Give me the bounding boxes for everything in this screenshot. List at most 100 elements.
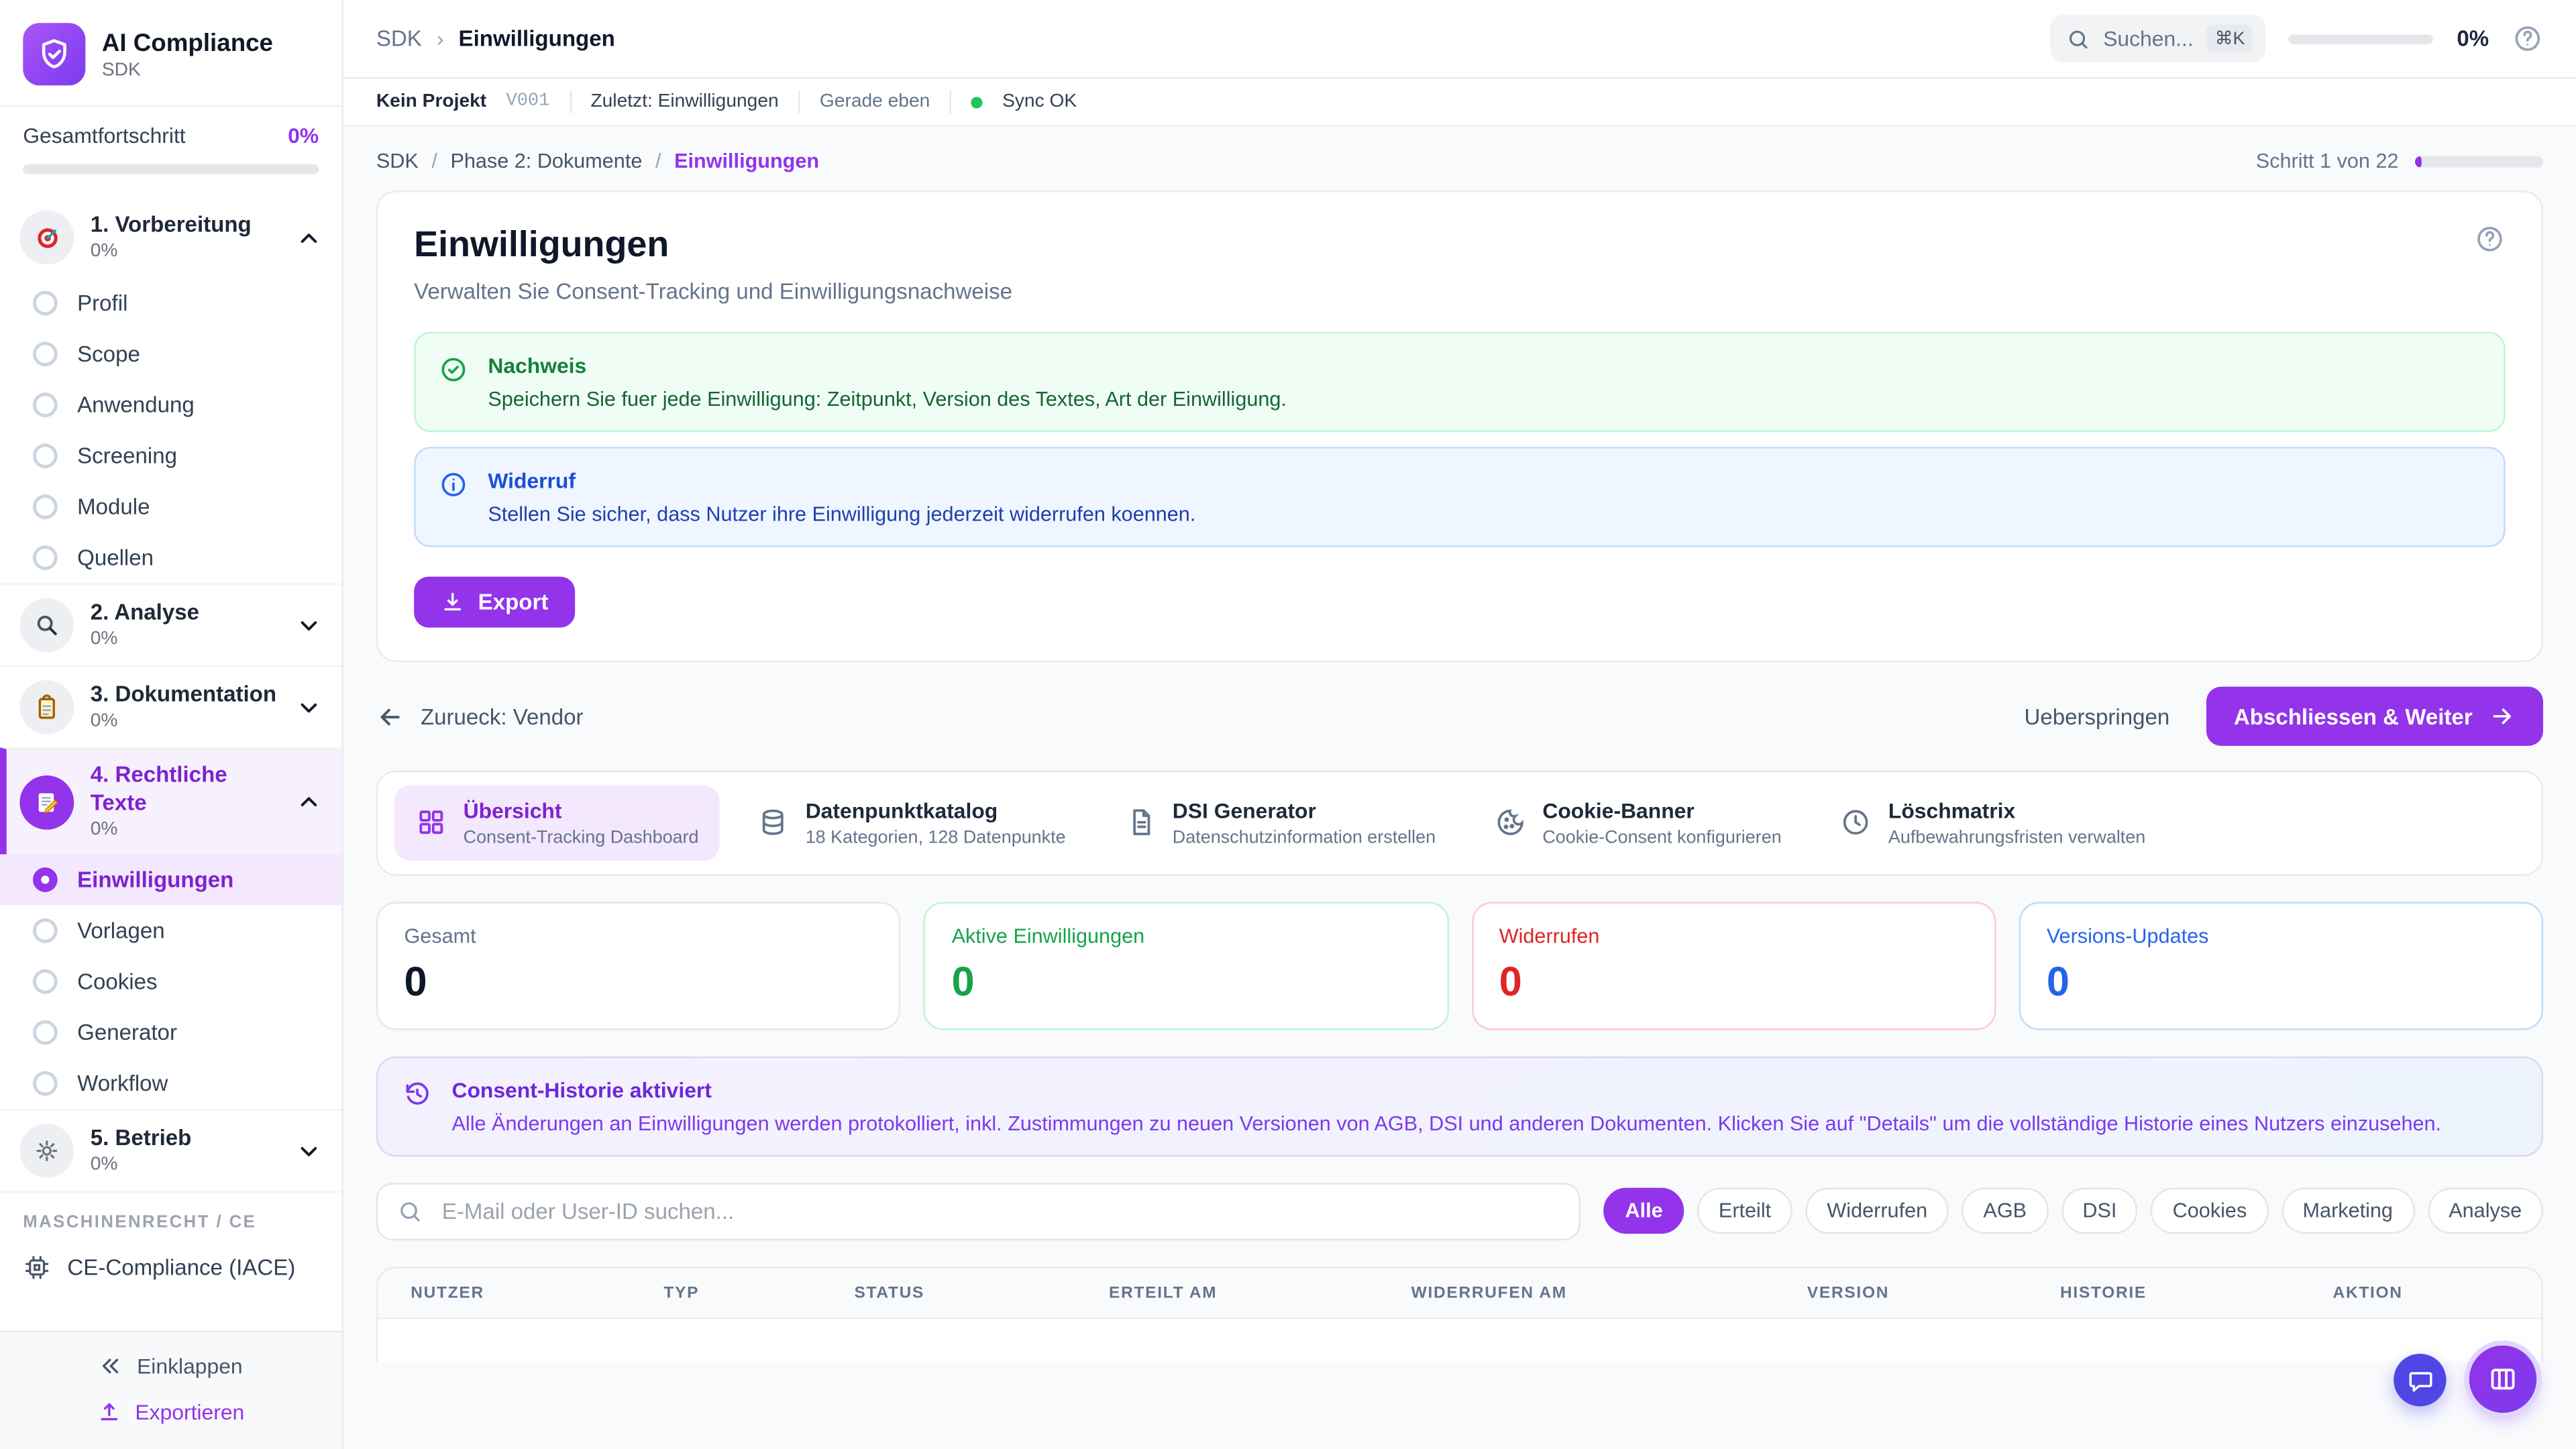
table-body (378, 1319, 2541, 1362)
step-label: Schritt 1 von 22 (2256, 150, 2399, 172)
table-header-row: NUTZER TYP STATUS ERTEILT AM WIDERRUFEN … (378, 1268, 2541, 1319)
col-historie: HISTORIE (2060, 1284, 2333, 1302)
sidebar-item-generator[interactable]: Generator (0, 1008, 341, 1059)
chevron-down-icon (296, 694, 322, 720)
sidebar-item-cookies[interactable]: Cookies (0, 957, 341, 1008)
chip-alle[interactable]: Alle (1604, 1188, 1684, 1234)
chip-erteilt[interactable]: Erteilt (1697, 1188, 1792, 1234)
overall-progress: Gesamtfortschritt 0% (0, 105, 341, 197)
sidebar-item-quellen[interactable]: Quellen (0, 532, 341, 583)
collapse-sidebar-button[interactable]: Einklappen (99, 1354, 243, 1379)
callout-nachweis: Nachweis Speichern Sie fuer jede Einwill… (414, 332, 2506, 432)
tab-datenpunktkatalog[interactable]: Datenpunktkatalog 18 Kategorien, 128 Dat… (737, 786, 1087, 861)
upload-icon (97, 1400, 122, 1425)
download-icon (440, 590, 465, 614)
user-search-box (376, 1182, 1581, 1240)
statusbar: Kein Projekt V001 Zuletzt: Einwilligunge… (343, 79, 2576, 127)
sidebar-section-rechtliche-texte[interactable]: 4. Rechtliche Texte 0% (0, 747, 341, 854)
search-placeholder: Suchen... (2103, 26, 2194, 51)
section-percent: 0% (91, 1153, 192, 1177)
stat-aktive: Aktive Einwilligungen 0 (924, 901, 1448, 1029)
sidebar-item-label: CE-Compliance (IACE) (67, 1255, 295, 1280)
chip-marketing[interactable]: Marketing (2282, 1188, 2414, 1234)
page-content: SDK / Phase 2: Dokumente / Einwilligunge… (343, 127, 2576, 1449)
col-aktion: AKTION (2333, 1284, 2542, 1302)
callout-widerruf: Widerruf Stellen Sie sicher, dass Nutzer… (414, 447, 2506, 547)
breadcrumb-sdk[interactable]: SDK (376, 150, 419, 172)
search-icon (398, 1199, 423, 1224)
sidebar-item-ce-compliance[interactable]: CE-Compliance (IACE) (0, 1242, 341, 1298)
sidebar-item-screening[interactable]: Screening (0, 431, 341, 482)
sidebar-section-vorbereitung[interactable]: 1. Vorbereitung 0% (0, 197, 341, 278)
search-icon (2067, 27, 2090, 50)
sidebar-item-vorlagen[interactable]: Vorlagen (0, 906, 341, 957)
tab-loeschmatrix[interactable]: Löschmatrix Aufbewahrungsfristen verwalt… (1819, 786, 2167, 861)
arrow-right-icon (2489, 703, 2515, 729)
main-area: SDK › Einwilligungen Suchen... ⌘K 0% Kei… (343, 0, 2576, 1449)
shield-check-icon (36, 36, 72, 72)
user-search-input[interactable] (439, 1197, 1560, 1225)
sidebar-item-scope[interactable]: Scope (0, 329, 341, 380)
info-circle-icon (439, 470, 468, 525)
sidebar-section-dokumentation[interactable]: 3. Dokumentation 0% (0, 665, 341, 747)
callout-title: Widerruf (488, 468, 1195, 493)
radio-icon (33, 494, 58, 519)
gear-icon (19, 1124, 74, 1178)
sidebar: AI Compliance SDK Gesamtfortschritt 0% 1… (0, 0, 343, 1449)
help-icon[interactable] (2512, 23, 2543, 54)
chevron-down-icon (296, 612, 322, 638)
sidebar-section-betrieb[interactable]: 5. Betrieb 0% (0, 1109, 341, 1191)
finish-next-button[interactable]: Abschliessen & Weiter (2206, 687, 2543, 746)
radio-icon (33, 341, 58, 366)
callout-title: Nachweis (488, 354, 1287, 378)
back-link[interactable]: Zurueck: Vendor (376, 702, 584, 731)
breadcrumb-phase[interactable]: Phase 2: Dokumente (450, 150, 642, 172)
radio-icon (33, 1020, 58, 1045)
col-nutzer: NUTZER (378, 1284, 663, 1302)
global-search-button[interactable]: Suchen... ⌘K (2051, 15, 2267, 62)
chevron-up-icon (296, 224, 322, 250)
history-notice: Consent-Historie aktiviert Alle Änderung… (376, 1056, 2543, 1156)
breadcrumb-current: Einwilligungen (674, 150, 819, 172)
app-header: AI Compliance SDK (0, 0, 341, 105)
app-subtitle: SDK (102, 60, 273, 79)
section-percent: 0% (91, 627, 199, 651)
chat-bubble-icon (2406, 1366, 2434, 1394)
sidebar-item-module[interactable]: Module (0, 482, 341, 533)
sidebar-section-analyse[interactable]: 2. Analyse 0% (0, 583, 341, 665)
columns-fab-button[interactable] (2469, 1346, 2536, 1413)
filter-row: Alle Erteilt Widerrufen AGB DSI Cookies … (376, 1182, 2543, 1240)
chip-widerrufen[interactable]: Widerrufen (1806, 1188, 1949, 1234)
chat-fab-button[interactable] (2394, 1354, 2446, 1406)
tab-cookie-banner[interactable]: Cookie-Banner Cookie-Consent konfigurier… (1473, 786, 1803, 861)
tab-uebersicht[interactable]: Übersicht Consent-Tracking Dashboard (394, 786, 720, 861)
topbar-progress-value: 0% (2457, 26, 2489, 51)
database-icon (758, 807, 790, 839)
chip-cookies[interactable]: Cookies (2151, 1188, 2268, 1234)
chip-agb[interactable]: AGB (1962, 1188, 2048, 1234)
sidebar-item-einwilligungen[interactable]: Einwilligungen (0, 855, 341, 906)
project-version: V001 (506, 92, 550, 111)
skip-button[interactable]: Ueberspringen (2024, 704, 2169, 729)
radio-icon (33, 290, 58, 315)
breadcrumb-root[interactable]: SDK (376, 26, 422, 51)
columns-icon (2487, 1364, 2519, 1395)
last-visited: Zuletzt: Einwilligungen (590, 92, 778, 111)
sidebar-item-workflow[interactable]: Workflow (0, 1058, 341, 1109)
overall-progress-value: 0% (288, 123, 319, 148)
tab-dsi-generator[interactable]: DSI Generator Datenschutzinformation ers… (1104, 786, 1457, 861)
export-sidebar-button[interactable]: Exportieren (97, 1400, 244, 1425)
sidebar-item-anwendung[interactable]: Anwendung (0, 380, 341, 431)
chip-analyse[interactable]: Analyse (2427, 1188, 2543, 1234)
stat-gesamt: Gesamt 0 (376, 901, 901, 1029)
export-button[interactable]: Export (414, 577, 574, 628)
sidebar-caption: MASCHINENRECHT / CE (0, 1191, 341, 1242)
chip-dsi[interactable]: DSI (2061, 1188, 2139, 1234)
sidebar-item-profil[interactable]: Profil (0, 278, 341, 329)
topbar-progress-bar (2290, 34, 2434, 44)
arrow-left-icon (376, 702, 405, 731)
filter-chips: Alle Erteilt Widerrufen AGB DSI Cookies … (1604, 1188, 2543, 1234)
section-percent: 0% (91, 818, 280, 841)
help-icon[interactable] (2474, 223, 2506, 255)
page-subtitle: Verwalten Sie Consent-Tracking und Einwi… (414, 279, 2506, 304)
